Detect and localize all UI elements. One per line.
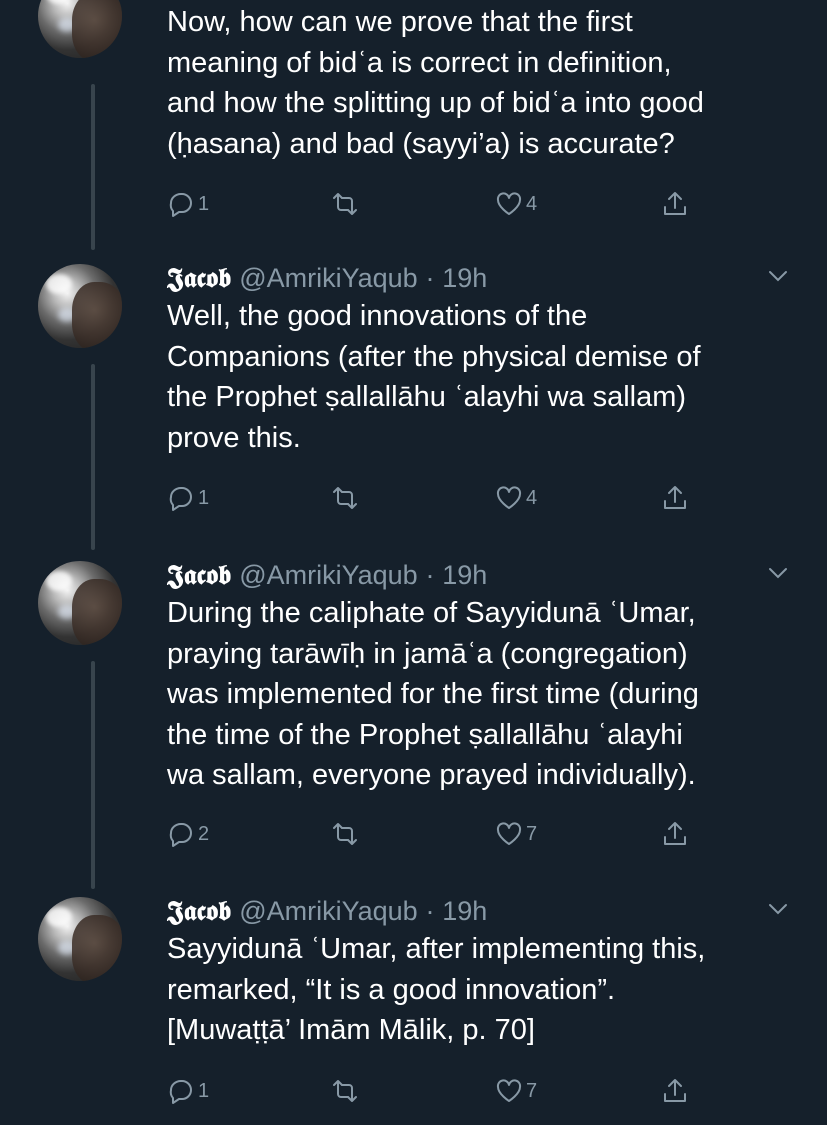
retweet-button[interactable] xyxy=(331,184,359,224)
retweet-icon xyxy=(333,1080,357,1102)
separator-dot: · xyxy=(425,896,435,926)
display-name[interactable]: 𝕵𝖆𝖈𝖔𝖇 xyxy=(167,896,231,927)
tweet-text: Sayyidunā ʿUmar, after implementing this… xyxy=(167,933,706,1046)
retweet-button[interactable] xyxy=(331,478,359,518)
share-icon xyxy=(664,1079,686,1102)
share-button[interactable] xyxy=(661,1071,689,1111)
tweet[interactable]: 𝕵𝖆𝖈𝖔𝖇 @AmrikiYaqub · 19h During the cali… xyxy=(0,557,827,889)
user-handle[interactable]: @AmrikiYaqub xyxy=(239,263,417,293)
user-handle[interactable]: @AmrikiYaqub xyxy=(239,896,417,926)
reply-button[interactable]: 1 xyxy=(167,1071,209,1111)
avatar[interactable] xyxy=(38,561,122,645)
tweet-thread: Now, how can we prove that the first mea… xyxy=(0,0,827,1125)
reply-button[interactable]: 1 xyxy=(167,478,209,518)
like-count: 7 xyxy=(526,1079,538,1102)
tweet-actions: 1 7 xyxy=(167,1071,727,1111)
chevron-down-icon[interactable] xyxy=(764,262,792,290)
tweet[interactable]: 𝕵𝖆𝖈𝖔𝖇 @AmrikiYaqub · 19h Sayyidunā ʿUmar… xyxy=(0,893,827,1125)
like-button[interactable]: 4 xyxy=(495,184,537,224)
retweet-button[interactable] xyxy=(331,814,359,854)
tweet-text: Now, how can we prove that the first mea… xyxy=(167,6,704,160)
avatar[interactable] xyxy=(38,264,122,348)
reply-button[interactable]: 2 xyxy=(167,814,209,854)
share-icon xyxy=(664,486,686,509)
heart-icon xyxy=(496,486,522,509)
like-count: 4 xyxy=(526,486,538,509)
separator-dot: · xyxy=(425,560,435,590)
tweet-text: Well, the good innovations of the Compan… xyxy=(167,300,701,454)
heart-icon xyxy=(496,192,522,215)
reply-icon xyxy=(169,193,192,217)
tweet-header: 𝕵𝖆𝖈𝖔𝖇 @AmrikiYaqub · 19h xyxy=(167,893,787,929)
reply-icon xyxy=(169,1080,192,1104)
avatar[interactable] xyxy=(38,897,122,981)
reply-button[interactable]: 1 xyxy=(167,184,209,224)
tweet-header: 𝕵𝖆𝖈𝖔𝖇 @AmrikiYaqub · 19h xyxy=(167,260,787,296)
tweet-actions: 1 4 xyxy=(167,478,727,518)
tweet-actions: 2 7 xyxy=(167,814,727,854)
user-handle[interactable]: @AmrikiYaqub xyxy=(239,560,417,590)
retweet-icon xyxy=(333,487,357,509)
tweet-actions: 1 4 xyxy=(167,184,727,224)
retweet-icon xyxy=(333,193,357,215)
tweet[interactable]: 𝕵𝖆𝖈𝖔𝖇 @AmrikiYaqub · 19h Well, the good … xyxy=(0,260,827,550)
thread-connector-line xyxy=(91,84,95,250)
like-button[interactable]: 7 xyxy=(495,1071,537,1111)
share-icon xyxy=(664,822,686,845)
tweet-text: During the caliphate of Sayyidunā ʿUmar,… xyxy=(167,597,699,791)
retweet-icon xyxy=(333,823,357,845)
display-name[interactable]: 𝕵𝖆𝖈𝖔𝖇 xyxy=(167,263,231,294)
chevron-down-icon[interactable] xyxy=(764,559,792,587)
reply-icon xyxy=(169,823,192,847)
display-name[interactable]: 𝕵𝖆𝖈𝖔𝖇 xyxy=(167,560,231,591)
thread-connector-line xyxy=(91,364,95,550)
reply-icon xyxy=(169,487,192,511)
tweet-header: 𝕵𝖆𝖈𝖔𝖇 @AmrikiYaqub · 19h xyxy=(167,557,787,593)
share-button[interactable] xyxy=(661,184,689,224)
tweet[interactable]: Now, how can we prove that the first mea… xyxy=(0,0,827,250)
heart-icon xyxy=(496,822,522,845)
reply-count: 2 xyxy=(198,822,210,845)
reply-count: 1 xyxy=(198,192,210,215)
reply-count: 1 xyxy=(198,1079,210,1102)
separator-dot: · xyxy=(425,263,435,293)
share-button[interactable] xyxy=(661,814,689,854)
like-count: 7 xyxy=(526,822,538,845)
like-count: 4 xyxy=(526,192,538,215)
timestamp[interactable]: 19h xyxy=(442,263,487,293)
like-button[interactable]: 4 xyxy=(495,478,537,518)
like-button[interactable]: 7 xyxy=(495,814,537,854)
retweet-button[interactable] xyxy=(331,1071,359,1111)
share-icon xyxy=(664,192,686,215)
avatar[interactable] xyxy=(38,0,122,58)
thread-connector-line xyxy=(91,661,95,889)
timestamp[interactable]: 19h xyxy=(442,896,487,926)
timestamp[interactable]: 19h xyxy=(442,560,487,590)
chevron-down-icon[interactable] xyxy=(764,895,792,923)
reply-count: 1 xyxy=(198,486,210,509)
heart-icon xyxy=(496,1079,522,1102)
share-button[interactable] xyxy=(661,478,689,518)
